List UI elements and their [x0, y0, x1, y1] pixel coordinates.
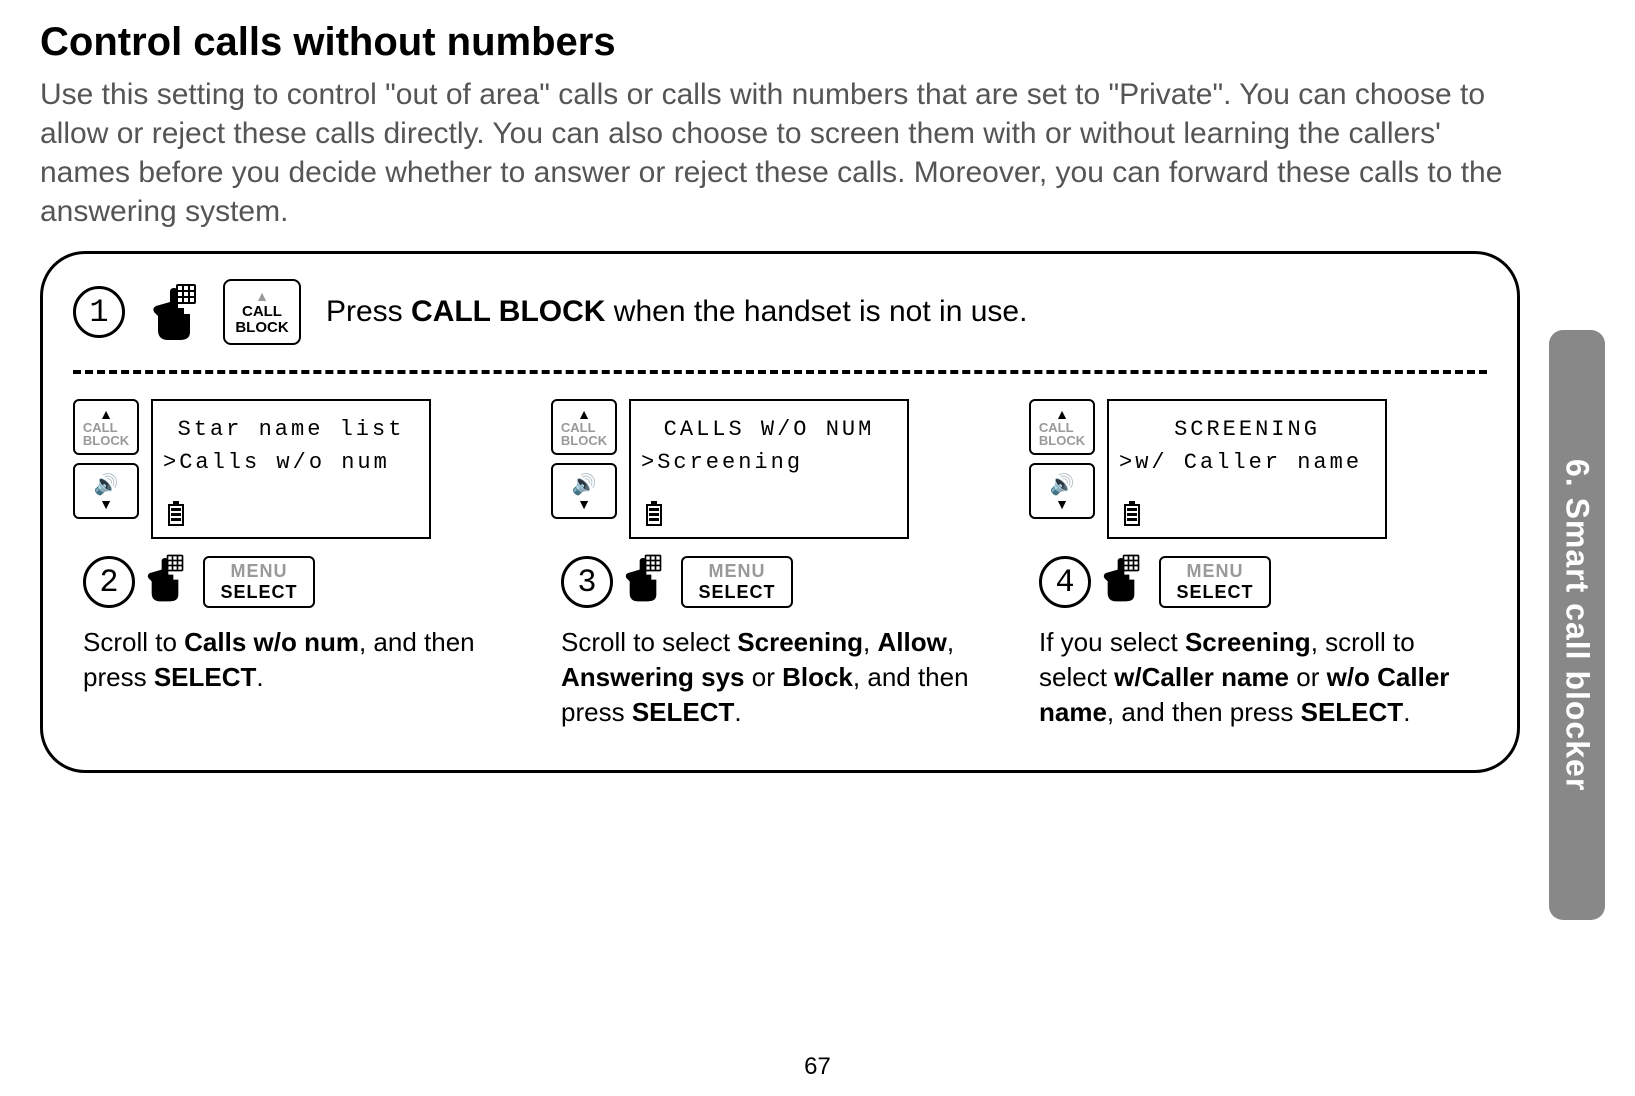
speaker-icon: 🔊: [94, 472, 119, 497]
step-number-3: 3: [561, 556, 613, 608]
menu-label: MENU: [709, 561, 766, 582]
sidebar-tab: 6. Smart call blocker: [1549, 330, 1605, 920]
up-arrow-icon: ▲: [99, 407, 113, 421]
battery-icon: [1123, 501, 1141, 527]
lcd-screen-3: CALLS W/O NUM >Screening: [629, 399, 909, 539]
lcd-screen-2: Star name list >Calls w/o num: [151, 399, 431, 539]
step-number-4: 4: [1039, 556, 1091, 608]
battery-icon: [645, 501, 663, 527]
up-arrow-icon: ▲: [1055, 407, 1069, 421]
nav-call-block-label: CALLBLOCK: [83, 421, 129, 447]
step-number-1: 1: [73, 286, 125, 338]
step1-text: Press CALL BLOCK when the handset is not…: [326, 295, 1027, 329]
call-block-button[interactable]: ▲ CALLBLOCK: [223, 279, 301, 345]
nav-up-button[interactable]: ▲ CALLBLOCK: [1029, 399, 1095, 455]
lcd-line2: >w/ Caller name: [1119, 446, 1375, 479]
page-number: 67: [804, 1053, 831, 1081]
step1-row: 1 ▲ CALLBLOCK Press CALL BLOCK when the …: [73, 279, 1487, 345]
step-col-3: ▲ CALLBLOCK 🔊 ▼ CALLS W/O NUM >Screening: [551, 399, 1009, 730]
instruction-panel: 1 ▲ CALLBLOCK Press CALL BLOCK when the …: [40, 251, 1520, 773]
down-arrow-icon: ▼: [1055, 497, 1069, 511]
call-block-label: CALLBLOCK: [235, 304, 288, 337]
up-arrow-icon: ▲: [255, 288, 269, 304]
menu-select-button[interactable]: MENU SELECT: [681, 556, 793, 608]
menu-select-button[interactable]: MENU SELECT: [1159, 556, 1271, 608]
nav-down-button[interactable]: 🔊 ▼: [73, 463, 139, 519]
hand-press-icon: [623, 554, 671, 610]
action-row-3: 3 MENU SELECT: [561, 554, 1009, 610]
down-arrow-icon: ▼: [577, 497, 591, 511]
step-col-4: ▲ CALLBLOCK 🔊 ▼ SCREENING >w/ Caller nam…: [1029, 399, 1487, 730]
select-label: SELECT: [220, 582, 297, 603]
menu-label: MENU: [1187, 561, 1244, 582]
lcd-line1: CALLS W/O NUM: [641, 413, 897, 446]
nav-up-button[interactable]: ▲ CALLBLOCK: [551, 399, 617, 455]
page-title: Control calls without numbers: [40, 20, 1595, 65]
step-col-2: ▲ CALLBLOCK 🔊 ▼ Star name list >Calls w/…: [73, 399, 531, 730]
step-number-2: 2: [83, 556, 135, 608]
nav-call-block-label: CALLBLOCK: [561, 421, 607, 447]
lcd-line2: >Calls w/o num: [163, 446, 419, 479]
menu-label: MENU: [231, 561, 288, 582]
lcd-screen-4: SCREENING >w/ Caller name: [1107, 399, 1387, 539]
step-text-3: Scroll to select Screening, Allow, Answe…: [561, 625, 1009, 730]
action-row-4: 4 MENU SELECT: [1039, 554, 1487, 610]
nav-down-button[interactable]: 🔊 ▼: [551, 463, 617, 519]
hand-press-icon: [145, 554, 193, 610]
hand-press-icon: [1101, 554, 1149, 610]
lcd-line1: SCREENING: [1119, 413, 1375, 446]
battery-icon: [167, 501, 185, 527]
menu-select-button[interactable]: MENU SELECT: [203, 556, 315, 608]
speaker-icon: 🔊: [1050, 472, 1075, 497]
nav-down-button[interactable]: 🔊 ▼: [1029, 463, 1095, 519]
select-label: SELECT: [698, 582, 775, 603]
action-row-2: 2 MENU SELECT: [83, 554, 531, 610]
lcd-line2: >Screening: [641, 446, 897, 479]
speaker-icon: 🔊: [572, 472, 597, 497]
select-label: SELECT: [1176, 582, 1253, 603]
down-arrow-icon: ▼: [99, 497, 113, 511]
hand-press-icon: [150, 284, 198, 340]
up-arrow-icon: ▲: [577, 407, 591, 421]
steps-row: ▲ CALLBLOCK 🔊 ▼ Star name list >Calls w/…: [73, 399, 1487, 730]
step-text-4: If you select Screening, scroll to selec…: [1039, 625, 1487, 730]
divider: [73, 370, 1487, 374]
step-text-2: Scroll to Calls w/o num, and then press …: [83, 625, 531, 695]
lcd-line1: Star name list: [163, 413, 419, 446]
nav-call-block-label: CALLBLOCK: [1039, 421, 1085, 447]
nav-up-button[interactable]: ▲ CALLBLOCK: [73, 399, 139, 455]
intro-text: Use this setting to control "out of area…: [40, 75, 1520, 231]
